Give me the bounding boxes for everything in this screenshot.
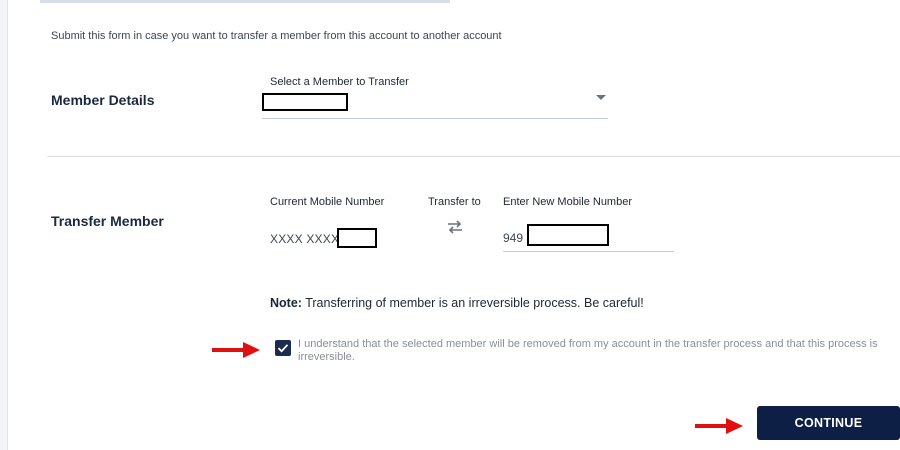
new-mobile-caption: Enter New Mobile Number (503, 196, 632, 208)
transfer-member-heading: Transfer Member (51, 213, 164, 229)
member-select[interactable]: Select a Member to Transfer (262, 74, 608, 119)
cropped-page-title (40, 0, 450, 4)
irreversible-note: Note: Transferring of member is an irrev… (270, 296, 644, 310)
red-arrow-icon (212, 342, 260, 358)
chevron-down-icon[interactable] (596, 95, 606, 100)
member-select-caption: Select a Member to Transfer (270, 76, 409, 88)
transfer-member-page: Submit this form in case you want to tra… (0, 0, 900, 450)
new-mobile-prefix: 949 (503, 231, 524, 245)
checkmark-icon (277, 344, 289, 353)
redacted-member-name (262, 93, 348, 111)
consent-checkbox[interactable] (275, 340, 291, 356)
red-arrow-icon (695, 418, 743, 434)
transfer-to-caption: Transfer to (428, 196, 481, 208)
consent-text: I understand that the selected member wi… (298, 338, 878, 363)
note-text: Transferring of member is an irreversibl… (305, 296, 644, 310)
redacted-new-mobile (527, 224, 609, 246)
section-divider (47, 156, 900, 157)
new-mobile-input[interactable]: 949 (503, 222, 674, 252)
swap-arrows-icon (446, 219, 464, 235)
member-details-heading: Member Details (51, 92, 155, 108)
current-mobile-value: XXXX XXXX (270, 232, 340, 246)
continue-button[interactable]: CONTINUE (757, 406, 900, 440)
left-panel-edge (0, 0, 8, 450)
form-subtitle: Submit this form in case you want to tra… (51, 30, 502, 42)
note-label: Note: (270, 296, 302, 310)
redacted-current-mobile (337, 228, 377, 248)
current-mobile-caption: Current Mobile Number (270, 196, 385, 208)
